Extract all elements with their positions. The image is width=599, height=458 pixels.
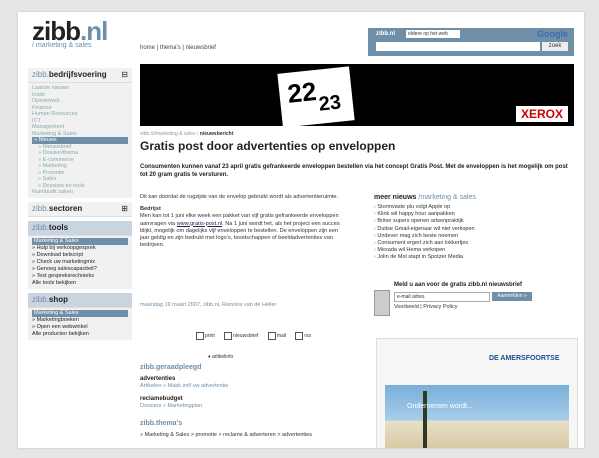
sidebar-heading[interactable]: zibb.sectoren ⊞ — [28, 202, 132, 217]
banner-number-1: 22 — [285, 76, 318, 109]
tools-item[interactable]: » Genoeg salescapaciteit? — [32, 266, 128, 273]
ad-caption: Ondernemen wordt... — [407, 403, 473, 410]
sidebar: zibb.bedrijfsvoering ⊟ Laatste nieuws Ins… — [28, 68, 132, 344]
sidebar-bedrijfsvoering: zibb.bedrijfsvoering ⊟ Laatste nieuws Ins… — [28, 68, 132, 198]
subscribe-button[interactable]: Aanmelden » — [492, 292, 532, 301]
article-paragraph: Men kan tot 1 juni elke week een pakket … — [140, 213, 340, 249]
more-news-title: meer nieuws — [374, 194, 417, 201]
article-subheading: Bedrijst — [140, 206, 161, 213]
banner-card: 22 23 — [277, 66, 355, 126]
themas-heading: zibb.thema's — [140, 420, 183, 427]
tools-list: Marketing & Sales» Hulp bij verkoopgespr… — [28, 236, 132, 289]
budget-block: reclamebudget Dossiers » Marketingplan — [140, 396, 203, 409]
sidebar-sectoren: zibb.sectoren ⊞ — [28, 201, 132, 217]
sidebar-heading: zibb.shop — [28, 292, 132, 308]
breadcrumb: zibb.nl/marketing & sales / nieuwsberich… — [140, 131, 234, 137]
search-button[interactable]: zoek — [542, 42, 568, 51]
article-title: Gratis post door advertenties op envelop… — [140, 139, 396, 153]
search-input[interactable] — [376, 42, 540, 51]
newsletter-title: Meld u aan voor de gratis zibb.nl nieuws… — [394, 282, 523, 288]
print-icon — [196, 332, 204, 340]
amersfoortse-logo: DE AMERSFOORTSE — [489, 355, 560, 362]
gratis-post-link[interactable]: www.gratis-post.nl — [177, 221, 222, 227]
advertenties-block: advertenties Artikelen » Maak zelf uw ad… — [140, 376, 229, 389]
palm-tree — [423, 391, 427, 448]
article-meta: maandag 19 maart 2007, zibb.nl, Reinoire… — [140, 302, 277, 308]
print-button[interactable]: print — [196, 332, 219, 340]
tools-item[interactable]: » Check uw marketingmix — [32, 259, 128, 266]
expand-icon[interactable]: ⊞ — [121, 202, 128, 216]
themas-link[interactable]: » Marketing & Sales > promotie > reclame… — [140, 432, 350, 439]
newsletter-links[interactable]: Voorbeeld | Privacy Policy — [394, 304, 458, 310]
beach-photo — [385, 385, 569, 448]
more-news-section[interactable]: /marketing & sales — [418, 194, 476, 201]
more-news-list: Stormvaste plu volgt Apple opKlink wil h… — [374, 204, 574, 262]
sidebar-heading[interactable]: zibb.bedrijfsvoering ⊟ — [28, 68, 132, 83]
sidebar-shop: zibb.shop Marketing & Sales» Marketingbo… — [28, 292, 132, 340]
search-scope-select[interactable]: eldere op het web — [406, 30, 460, 38]
search-label: zibb.nl — [376, 31, 395, 37]
sidebar-footer-link[interactable]: Ruimbudk zaken — [32, 189, 128, 196]
news-item[interactable]: Jolin de Mol stapt in Spotzer Media — [374, 254, 574, 261]
xerox-logo: XEROX — [516, 106, 568, 122]
news-item[interactable]: Klink wil happy hour aanpakken — [374, 211, 574, 218]
shop-item[interactable]: » Marketingboeken — [32, 317, 128, 324]
tools-all-link[interactable]: Alle tools bekijken — [32, 280, 128, 287]
advertenties-links[interactable]: Artikelen » Maak zelf uw advertentie — [140, 383, 228, 389]
budget-links[interactable]: Dossiers » Marketingplan — [140, 403, 202, 409]
news-item[interactable]: Britse supers openen artsenpraktijk — [374, 218, 574, 225]
article-lead: Consumenten kunnen vanaf 23 april gratis… — [140, 164, 568, 178]
sidebar-list: Laatste nieuws Insite Opinie/web Finance Hum… — [28, 83, 132, 198]
article-body: Dit kan doordat de rugzijde van de envel… — [140, 194, 346, 254]
shop-item[interactable]: » Open een webwinkel — [32, 324, 128, 331]
article-paragraph: Dit kan doordat de rugzijde van de envel… — [140, 194, 339, 200]
shop-all-link[interactable]: Alle producten bekijken — [32, 331, 128, 338]
banner-number-2: 23 — [317, 91, 343, 116]
email-field[interactable]: e-mail adres — [394, 292, 490, 302]
mail-icon — [267, 332, 276, 340]
mail-button[interactable]: mail — [267, 332, 290, 340]
tools-item[interactable]: » Test gespreksrechnieks — [32, 273, 128, 280]
more-news: meer nieuws /marketing & sales Stormvast… — [374, 194, 574, 262]
shop-list: Marketing & Sales» Marketingboeken» Open… — [28, 308, 132, 340]
article-info-link[interactable]: ♦ artikelinfo — [208, 354, 233, 360]
rss-button[interactable]: rss — [295, 332, 315, 340]
newsletter-icon — [224, 332, 233, 340]
search-bar: zibb.nl eldere op het web Google zoek — [368, 28, 574, 56]
amersfoortse-ad[interactable]: DE AMERSFOORTSE Ondernemen wordt... — [376, 338, 578, 448]
rss-icon — [295, 332, 304, 340]
shop-header: Marketing & Sales — [32, 309, 128, 317]
news-item[interactable]: Consument ergert zich aan lokkertjes — [374, 240, 574, 247]
news-item[interactable]: Undever mag zich beste noemen — [374, 233, 574, 240]
tools-item[interactable]: » Download belscript — [32, 252, 128, 259]
news-item[interactable]: Mexada wil Hema verkopen — [374, 247, 574, 254]
collapse-icon[interactable]: ⊟ — [121, 68, 128, 82]
envelope-icon — [374, 290, 390, 316]
banner-ad[interactable]: 22 23 XEROX — [140, 64, 574, 126]
page-frame: zibb.nl / marketing & sales home | thema… — [18, 12, 584, 448]
newsletter-signup: Meld u aan voor de gratis zibb.nl nieuws… — [374, 282, 574, 332]
article-actions: print nieuwsbrief mail rss — [196, 332, 319, 340]
newsletter-button[interactable]: nieuwsbrief — [224, 332, 262, 340]
sidebar-heading: zibb.tools — [28, 220, 132, 236]
site-logo[interactable]: zibb.nl / marketing & sales — [32, 18, 108, 49]
geraadpleegd-heading: zibb.geraadpleegd — [140, 364, 202, 371]
news-item[interactable]: Duitse Gmail-eigenaar wil niet verkopen — [374, 226, 574, 233]
news-item[interactable]: Stormvaste plu volgt Apple op — [374, 204, 574, 211]
sidebar-tools: zibb.tools Marketing & Sales» Hulp bij v… — [28, 220, 132, 289]
google-logo: Google — [537, 29, 568, 39]
tools-item[interactable]: » Hulp bij verkoopgesprek — [32, 245, 128, 252]
tools-header: Marketing & Sales — [32, 237, 128, 245]
top-nav[interactable]: home | thema's | nieuwsbrief — [140, 45, 216, 51]
